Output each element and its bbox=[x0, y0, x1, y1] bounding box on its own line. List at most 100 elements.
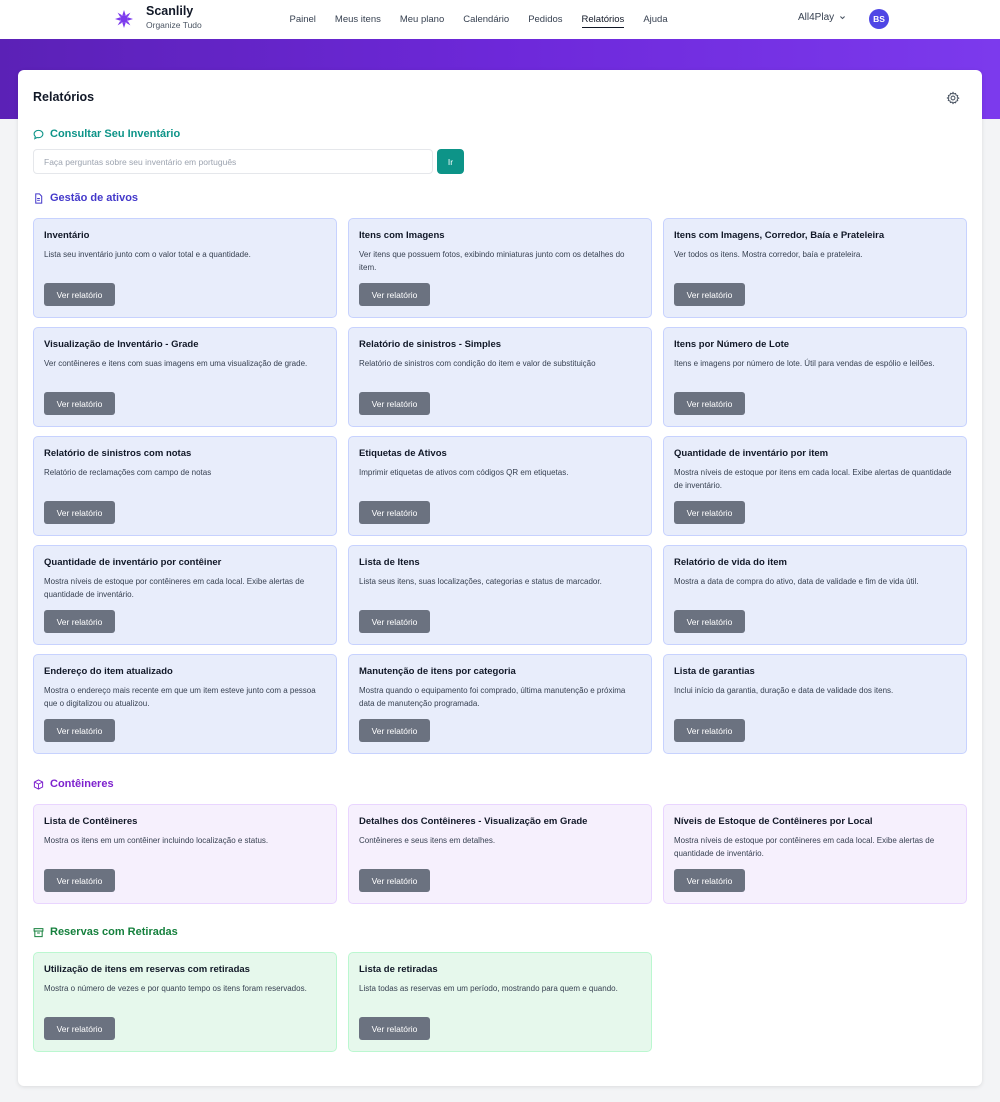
report-card-title: Quantidade de inventário por item bbox=[674, 448, 829, 459]
view-report-button[interactable]: Ver relatório bbox=[359, 1017, 430, 1040]
gear-icon[interactable] bbox=[946, 91, 960, 105]
view-report-button[interactable]: Ver relatório bbox=[674, 869, 745, 892]
report-card-title: Relatório de sinistros - Simples bbox=[359, 339, 502, 350]
report-card: Relatório de sinistros com notas Relatóri… bbox=[33, 436, 337, 536]
view-report-button[interactable]: Ver relatório bbox=[44, 501, 115, 524]
containers-title: Contêineres bbox=[50, 778, 114, 790]
report-card-description: Mostra os itens em um contêiner incluind… bbox=[44, 836, 269, 845]
report-card: Lista de retiradas Lista todas as reserva… bbox=[348, 952, 652, 1052]
query-submit-button[interactable]: Ir bbox=[437, 149, 464, 174]
view-report-button[interactable]: Ver relatório bbox=[359, 283, 430, 306]
query-section-title: Consultar Seu Inventário bbox=[33, 128, 180, 140]
nav-item-painel[interactable]: Painel bbox=[290, 0, 316, 39]
report-card-description: Relatório de reclamações com campo de no… bbox=[44, 468, 212, 477]
report-card-title: Itens com Imagens bbox=[359, 230, 445, 241]
report-card-description: Mostra a data de compra do ativo, data d… bbox=[674, 577, 919, 586]
top-navbar: Scanlily Organize Tudo Painel Meus itens… bbox=[0, 0, 1000, 39]
brand-tagline: Organize Tudo bbox=[146, 20, 202, 30]
report-card: Relatório de vida do item Mostra a data d… bbox=[663, 545, 967, 645]
report-card: Itens por Número de Lote Itens e imagens … bbox=[663, 327, 967, 427]
view-report-button[interactable]: Ver relatório bbox=[674, 283, 745, 306]
view-report-button[interactable]: Ver relatório bbox=[674, 610, 745, 633]
report-card: Detalhes dos Contêineres - Visualização … bbox=[348, 804, 652, 904]
report-card-description: Imprimir etiquetas de ativos com códigos… bbox=[359, 468, 569, 477]
report-card: Inventário Lista seu inventário junto com… bbox=[33, 218, 337, 318]
view-report-button[interactable]: Ver relatório bbox=[44, 869, 115, 892]
report-card-title: Manutenção de itens por categoria bbox=[359, 666, 516, 677]
view-report-button[interactable]: Ver relatório bbox=[674, 719, 745, 742]
view-report-button[interactable]: Ver relatório bbox=[359, 610, 430, 633]
report-card-description: Ver contêineres e itens com suas imagens… bbox=[44, 359, 308, 368]
report-card: Lista de Contêineres Mostra os itens em u… bbox=[33, 804, 337, 904]
assets-section-title: Gestão de ativos bbox=[33, 192, 138, 204]
chevron-down-icon bbox=[840, 16, 846, 20]
report-card: Etiquetas de Ativos Imprimir etiquetas de… bbox=[348, 436, 652, 536]
box-icon bbox=[33, 778, 44, 790]
report-card-description: Mostra níveis de estoque por contêineres… bbox=[44, 577, 305, 599]
report-card-title: Etiquetas de Ativos bbox=[359, 448, 447, 459]
workspace-selector[interactable]: All4Play bbox=[798, 12, 846, 23]
report-card-title: Níveis de Estoque de Contêineres por Loc… bbox=[674, 816, 873, 827]
report-card-description: Mostra o número de vezes e por quanto te… bbox=[44, 984, 307, 993]
report-card-title: Lista de retiradas bbox=[359, 964, 438, 975]
report-card-description: Lista seus itens, suas localizações, cat… bbox=[359, 577, 602, 586]
view-report-button[interactable]: Ver relatório bbox=[44, 1017, 115, 1040]
report-card: Lista de garantias Inclui início da garan… bbox=[663, 654, 967, 754]
report-card-title: Quantidade de inventário por contêiner bbox=[44, 557, 222, 568]
report-card: Utilização de itens em reservas com reti… bbox=[33, 952, 337, 1052]
nav-item-relatorios[interactable]: Relatórios bbox=[581, 0, 624, 39]
report-card: Quantidade de inventário por contêiner Mo… bbox=[33, 545, 337, 645]
view-report-button[interactable]: Ver relatório bbox=[359, 501, 430, 524]
view-report-button[interactable]: Ver relatório bbox=[359, 392, 430, 415]
brand[interactable]: Scanlily Organize Tudo bbox=[114, 4, 202, 31]
containers-section-title: Contêineres bbox=[33, 778, 114, 790]
report-card-title: Inventário bbox=[44, 230, 90, 241]
report-card-description: Relatório de sinistros com condição do i… bbox=[359, 359, 596, 368]
reservations-report-grid: Utilização de itens em reservas com reti… bbox=[33, 952, 967, 1052]
view-report-button[interactable]: Ver relatório bbox=[674, 392, 745, 415]
nav-item-meus-itens[interactable]: Meus itens bbox=[335, 0, 381, 39]
nav-item-calendario[interactable]: Calendário bbox=[463, 0, 509, 39]
report-card-description: Itens e imagens por número de lote. Útil… bbox=[674, 359, 935, 368]
report-card-description: Mostra níveis de estoque por itens em ca… bbox=[674, 468, 952, 490]
nav-item-pedidos[interactable]: Pedidos bbox=[528, 0, 562, 39]
user-avatar[interactable]: BS bbox=[869, 9, 889, 29]
view-report-button[interactable]: Ver relatório bbox=[359, 719, 430, 742]
report-card: Níveis de Estoque de Contêineres por Loc… bbox=[663, 804, 967, 904]
report-card-title: Lista de Contêineres bbox=[44, 816, 138, 827]
reports-panel: Relatórios Consultar Seu Inventário Ir G… bbox=[18, 70, 982, 1086]
report-card-title: Itens com Imagens, Corredor, Baía e Prat… bbox=[674, 230, 885, 241]
report-card-title: Lista de garantias bbox=[674, 666, 755, 677]
report-card: Endereço do item atualizado Mostra o ende… bbox=[33, 654, 337, 754]
report-card-title: Relatório de vida do item bbox=[674, 557, 787, 568]
scanlily-logo-icon bbox=[115, 10, 133, 28]
report-card: Itens com Imagens, Corredor, Baía e Prat… bbox=[663, 218, 967, 318]
document-icon bbox=[35, 192, 43, 204]
report-card: Manutenção de itens por categoria Mostra … bbox=[348, 654, 652, 754]
view-report-button[interactable]: Ver relatório bbox=[44, 392, 115, 415]
report-card-description: Contêineres e seus itens em detalhes. bbox=[359, 836, 496, 845]
report-card-description: Lista todas as reservas em um período, m… bbox=[359, 984, 618, 993]
report-card-description: Mostra o endereço mais recente em que um… bbox=[44, 686, 316, 708]
brand-name: Scanlily bbox=[146, 4, 194, 18]
view-report-button[interactable]: Ver relatório bbox=[44, 283, 115, 306]
report-card-description: Mostra quando o equipamento foi comprado… bbox=[359, 686, 626, 708]
nav-item-meu-plano[interactable]: Meu plano bbox=[400, 0, 444, 39]
view-report-button[interactable]: Ver relatório bbox=[44, 610, 115, 633]
view-report-button[interactable]: Ver relatório bbox=[44, 719, 115, 742]
report-card-description: Ver itens que possuem fotos, exibindo mi… bbox=[359, 250, 625, 272]
report-card-title: Visualização de Inventário - Grade bbox=[44, 339, 199, 350]
report-card-description: Inclui início da garantia, duração e dat… bbox=[674, 686, 894, 695]
view-report-button[interactable]: Ver relatório bbox=[674, 501, 745, 524]
report-card: Quantidade de inventário por item Mostra … bbox=[663, 436, 967, 536]
view-report-button[interactable]: Ver relatório bbox=[359, 869, 430, 892]
report-card: Lista de Itens Lista seus itens, suas loc… bbox=[348, 545, 652, 645]
query-title: Consultar Seu Inventário bbox=[50, 128, 181, 140]
report-card-title: Detalhes dos Contêineres - Visualização … bbox=[359, 816, 588, 827]
reservations-title: Reservas com Retiradas bbox=[50, 926, 178, 938]
inventory-query-input[interactable] bbox=[33, 149, 433, 174]
report-card-description: Lista seu inventário junto com o valor t… bbox=[44, 250, 251, 259]
nav-item-ajuda[interactable]: Ajuda bbox=[643, 0, 667, 39]
report-card-title: Relatório de sinistros com notas bbox=[44, 448, 192, 459]
assets-title: Gestão de ativos bbox=[50, 192, 139, 204]
